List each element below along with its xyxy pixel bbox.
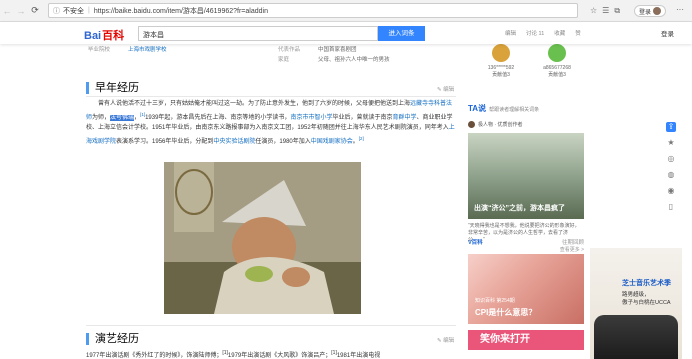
avatar xyxy=(468,121,475,128)
avatar xyxy=(548,44,566,62)
not-secure-icon: ⓘ xyxy=(53,7,60,15)
browser-toolbar: ← → ⟳ ⓘ 不安全 | https://baike.baidu.com/it… xyxy=(0,0,692,22)
star-icon[interactable]: ★ xyxy=(666,138,676,148)
section-title-early: 早年经历 xyxy=(86,82,139,94)
favorite-icon[interactable]: ☆ xyxy=(590,6,597,16)
v-baike-image[interactable]: 知识百科 第254期 CPI是什么意思？ xyxy=(468,254,584,324)
ad-image xyxy=(594,315,678,359)
next-banner[interactable]: 笑你来打开 xyxy=(468,330,584,350)
url-text: https://baike.baidu.com/item/游本昌/4619962… xyxy=(93,7,268,15)
collect-action[interactable]: 收藏 xyxy=(554,29,565,37)
article-photo[interactable] xyxy=(164,162,361,314)
edit-action[interactable]: 编辑 xyxy=(505,29,516,37)
avatar xyxy=(492,44,510,62)
address-bar[interactable]: ⓘ 不安全 | https://baike.baidu.com/item/游本昌… xyxy=(48,3,578,18)
v-baike-card: V百科 往期回顾 知识百科 第254期 CPI是什么意思？ 笑你来打开 xyxy=(468,238,584,350)
link-temple[interactable]: 远藏寺 xyxy=(410,101,428,107)
highlighted-text: 法号佛瑞 xyxy=(110,114,135,121)
more-icon[interactable]: ··· xyxy=(676,5,684,14)
collections-icon[interactable]: ⧉ xyxy=(614,6,620,16)
career-paragraph: 1977年出演话剧《秀外红了的时候》，饰演陆师傅；[1]1979年出演话剧《大风… xyxy=(86,350,381,359)
qq-icon[interactable]: ◉ xyxy=(666,186,676,196)
basic-info-table: 毕业院校 上海市戏剧学校 代表作品 中国首家喜剧团 家庭 父母、祖孙六人中唯一的… xyxy=(88,47,390,63)
back-icon[interactable]: ← xyxy=(0,6,14,16)
share-icon[interactable]: ⇪ xyxy=(666,122,676,132)
section-edit-link[interactable]: ✎ 编辑 xyxy=(437,85,454,93)
phone-icon[interactable]: ▯ xyxy=(666,202,676,212)
search-input[interactable]: 游本昌 xyxy=(138,26,378,41)
baike-header: Bai百科 游本昌 进入词条 编辑 讨论 11 收藏 赞 登录 xyxy=(0,22,692,44)
like-action[interactable]: 赞 xyxy=(575,29,581,37)
ta-author[interactable]: 极人物 · 优质创作者 xyxy=(468,121,584,128)
enter-entry-button[interactable]: 进入词条 xyxy=(378,26,425,41)
weibo-icon[interactable]: ◎ xyxy=(666,154,676,164)
profile-button[interactable]: 登录 xyxy=(633,5,666,17)
refresh-icon[interactable]: ⟳ xyxy=(28,5,42,16)
wechat-icon[interactable]: ◍ xyxy=(666,170,676,180)
ta-say-card: TA说 帮跟读者理解相关词条 极人物 · 优质创作者 出演“济公”之前，游本昌疯了… xyxy=(468,104,584,253)
reading-icon[interactable]: ☰ xyxy=(602,6,609,16)
security-label: 不安全 xyxy=(63,7,84,15)
section-title-career: 演艺经历 xyxy=(86,333,139,345)
past-issues-link[interactable]: 往期回顾 xyxy=(562,238,584,246)
contributors: 136*****592 贡献值3 a865677268 贡献值3 xyxy=(466,44,586,78)
ta-article-image[interactable]: 出演“济公”之前，游本昌疯了 xyxy=(468,133,584,219)
contributor[interactable]: a865677268 贡献值3 xyxy=(532,44,582,78)
share-rail: ⇪ ★ ◎ ◍ ◉ ▯ xyxy=(664,122,678,212)
section-edit-link-2[interactable]: ✎ 编辑 xyxy=(437,336,454,344)
discuss-action[interactable]: 讨论 11 xyxy=(526,29,544,37)
advertisement[interactable]: 芝士音乐艺术季 路男超级， 傲子与白桃在UCCA xyxy=(590,248,682,359)
avatar xyxy=(653,7,661,15)
contributor[interactable]: 136*****592 贡献值3 xyxy=(476,44,526,78)
forward-icon[interactable]: → xyxy=(14,6,28,16)
early-life-paragraph: 曾有人说他活不过十三岁，只有姑姑俺才能叫过这一劫。为了防止意外发生，他到了六岁的… xyxy=(86,101,455,145)
login-link[interactable]: 登录 xyxy=(661,28,674,38)
baike-logo[interactable]: Bai百科 xyxy=(84,27,124,43)
